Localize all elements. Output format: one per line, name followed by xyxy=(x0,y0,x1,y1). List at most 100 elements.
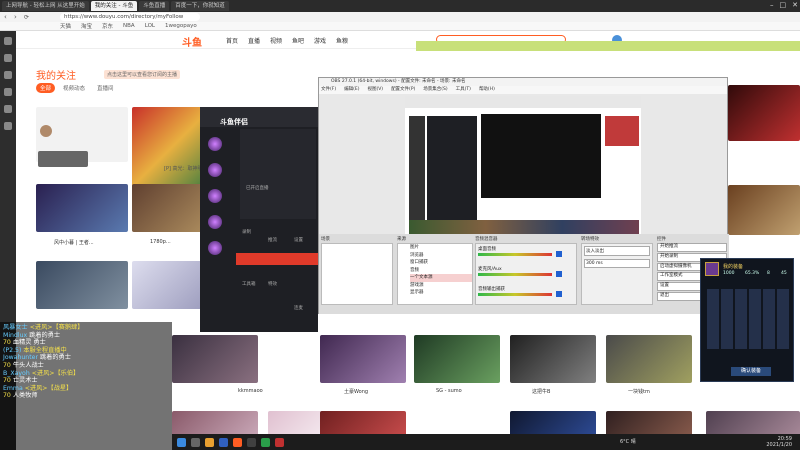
confirm-items-button[interactable]: 确认装备 xyxy=(731,367,771,376)
note-icon[interactable] xyxy=(4,88,12,96)
companion-item[interactable]: 连麦 xyxy=(294,305,303,311)
source-item[interactable]: 游戏源 xyxy=(410,282,472,290)
obs-menu-help[interactable]: 帮助(H) xyxy=(479,86,495,94)
card-title[interactable]: 风中小暮 | 王者... xyxy=(54,239,94,246)
browser-tab-2[interactable]: 我的关注 - 斗鱼 xyxy=(90,1,138,11)
speaker-icon[interactable] xyxy=(556,291,562,297)
companion-item[interactable]: 工具箱 xyxy=(242,281,256,287)
stream-thumbnail[interactable] xyxy=(414,335,500,383)
companion-live-bar[interactable] xyxy=(236,253,318,265)
game-icon[interactable] xyxy=(4,105,12,113)
avatar[interactable] xyxy=(208,189,222,203)
obs-menu-scenes[interactable]: 场景集合(S) xyxy=(423,86,447,94)
start-stream-button[interactable]: 开始推流 xyxy=(657,243,727,252)
card-title[interactable]: 一块钱tm xyxy=(628,388,650,395)
speaker-icon[interactable] xyxy=(556,271,562,277)
stream-thumbnail[interactable] xyxy=(36,261,128,309)
list-item[interactable] xyxy=(38,151,88,167)
douyu-icon[interactable] xyxy=(233,437,242,447)
refresh-icon[interactable]: ⟳ xyxy=(24,14,29,21)
search-icon[interactable] xyxy=(191,437,200,447)
nav-home[interactable]: 首页 xyxy=(226,36,238,45)
avatar[interactable] xyxy=(208,241,222,255)
card-title[interactable]: 1780p... xyxy=(150,239,171,245)
bookmark-item[interactable]: LOL xyxy=(145,23,155,29)
windows-start-icon[interactable] xyxy=(177,437,186,447)
stream-thumbnail[interactable] xyxy=(728,185,800,235)
hero-portrait[interactable] xyxy=(705,262,719,276)
game-icon[interactable] xyxy=(275,437,284,447)
chat-app-icon[interactable] xyxy=(261,437,270,447)
tab-all[interactable]: 全部 xyxy=(36,83,56,93)
source-item[interactable]: 窗口捕获 xyxy=(410,259,472,267)
stream-thumbnail[interactable] xyxy=(36,184,128,232)
browser-tab-4[interactable]: 百度一下，你就知道 xyxy=(171,1,229,11)
nav-live[interactable]: 直播 xyxy=(248,36,260,45)
nav-video[interactable]: 视频 xyxy=(270,36,282,45)
speaker-icon[interactable] xyxy=(556,251,562,257)
stream-thumbnail[interactable] xyxy=(320,335,406,383)
card-title[interactable]: kkmmaoo xyxy=(238,388,263,394)
stream-thumbnail[interactable] xyxy=(172,335,258,383)
forward-icon[interactable]: › xyxy=(14,13,17,21)
card-title[interactable]: SG - sumo xyxy=(436,388,462,394)
source-item[interactable]: 音频 xyxy=(410,267,472,275)
bookmark-item[interactable]: 京东 xyxy=(102,22,113,30)
nav-game[interactable]: 游戏 xyxy=(314,36,326,45)
browser-icon[interactable] xyxy=(219,437,228,447)
avatar[interactable] xyxy=(208,163,222,177)
obs-titlebar[interactable]: OBS 27.0.1 (64-bit, windows) - 配置文件: 未命名… xyxy=(319,78,727,86)
history-icon[interactable] xyxy=(4,54,12,62)
nav-fish[interactable]: 鱼粮 xyxy=(336,36,348,45)
companion-item[interactable]: 特效 xyxy=(268,281,277,287)
obs-icon[interactable] xyxy=(247,437,256,447)
card-title[interactable]: 这把牛B xyxy=(532,388,550,395)
item-grid[interactable] xyxy=(707,289,789,349)
promo-banner[interactable] xyxy=(416,41,800,51)
companion-item[interactable]: 设置 xyxy=(294,237,303,243)
clock[interactable]: 20:59 2021/1/20 xyxy=(766,436,792,448)
obs-menu-edit[interactable]: 编辑(E) xyxy=(344,86,359,94)
avatar[interactable] xyxy=(40,125,52,137)
avatar[interactable] xyxy=(208,215,222,229)
companion-item[interactable]: 录制 xyxy=(242,229,251,235)
obs-menu-profile[interactable]: 配置文件(P) xyxy=(391,86,415,94)
bookmark-item[interactable]: 天猫 xyxy=(60,22,71,30)
settings-icon[interactable] xyxy=(4,122,12,130)
folder-icon[interactable] xyxy=(205,437,214,447)
source-item[interactable]: 一个文本源 xyxy=(410,274,472,282)
browser-tab-3[interactable]: 斗鱼直播 xyxy=(139,1,170,11)
sources-list[interactable]: 图片 浏览器 窗口捕获 音频 一个文本源 游戏源 显示器 xyxy=(397,243,473,305)
download-icon[interactable] xyxy=(4,71,12,79)
scenes-list[interactable] xyxy=(321,243,393,305)
obs-menu-view[interactable]: 视图(V) xyxy=(367,86,383,94)
obs-menu-file[interactable]: 文件(F) xyxy=(321,86,336,94)
close-icon[interactable]: ✕ xyxy=(792,1,798,9)
maximize-icon[interactable]: □ xyxy=(780,1,787,9)
tab-video[interactable]: 视频动态 xyxy=(59,83,89,93)
avatar[interactable] xyxy=(208,137,222,151)
back-icon[interactable]: ‹ xyxy=(4,13,7,21)
obs-preview[interactable] xyxy=(405,96,641,246)
bookmark-item[interactable]: NBA xyxy=(123,23,135,29)
stream-thumbnail[interactable] xyxy=(728,85,800,141)
companion-titlebar[interactable] xyxy=(200,107,318,127)
stream-thumbnail[interactable] xyxy=(510,335,596,383)
source-item[interactable]: 显示器 xyxy=(410,289,472,297)
nav-yuba[interactable]: 鱼吧 xyxy=(292,36,304,45)
url-input[interactable]: https://www.douyu.com/directory/myFollow xyxy=(60,13,200,21)
source-item[interactable]: 图片 xyxy=(410,244,472,252)
bookmark-item[interactable]: 1wegopayo xyxy=(165,23,197,29)
star-icon[interactable] xyxy=(4,37,12,45)
obs-menu-tools[interactable]: 工具(T) xyxy=(456,86,471,94)
stream-thumbnail[interactable] xyxy=(606,335,692,383)
douyu-logo[interactable]: 斗鱼 xyxy=(182,34,202,49)
browser-tab-1[interactable]: 上网导航 - 轻松上网 从这里开始 xyxy=(2,1,89,11)
tab-room[interactable]: 直播间 xyxy=(93,83,118,93)
source-item[interactable]: 浏览器 xyxy=(410,252,472,260)
card-title[interactable]: 土豪Wong xyxy=(344,388,368,395)
transition-select[interactable]: 淡入淡出 xyxy=(584,246,650,256)
minimize-icon[interactable]: – xyxy=(770,1,774,9)
bookmark-item[interactable]: 淘宝 xyxy=(81,22,92,30)
companion-item[interactable]: 推流 xyxy=(268,237,277,243)
